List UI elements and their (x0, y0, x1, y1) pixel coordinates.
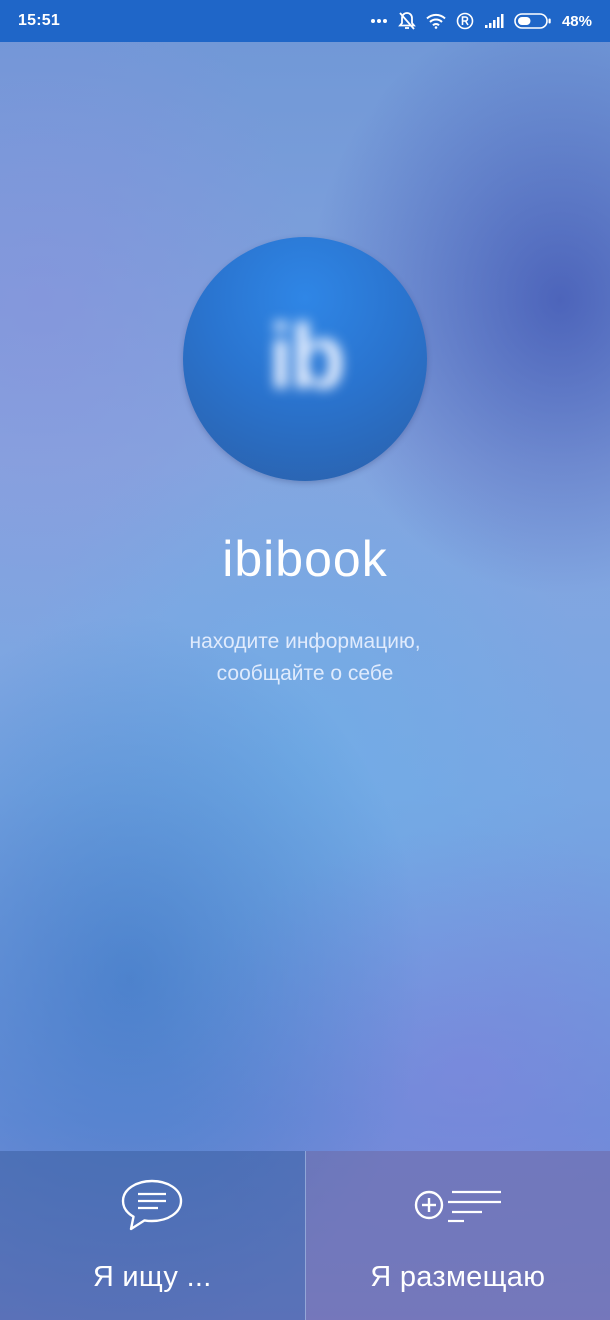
battery-percent: 48% (561, 12, 592, 30)
splash-screen: 15:51 48% ib ibibook находите информацию… (0, 0, 610, 1320)
status-bar: 15:51 48% (0, 0, 610, 42)
mute-bell-icon (398, 11, 416, 31)
app-name: ibibook (222, 531, 388, 587)
app-logo: ib (183, 237, 427, 481)
tagline-line-1: находите информацию, (189, 630, 421, 653)
post-button[interactable]: Я размещаю (305, 1151, 610, 1320)
chat-bubble-icon (119, 1179, 185, 1231)
search-button-label: Я ищу ... (92, 1261, 212, 1293)
battery-icon (514, 11, 552, 31)
tagline-line-2: сообщайте о себе (216, 662, 394, 685)
wifi-icon (426, 11, 446, 31)
logo-mark: ib (268, 305, 346, 408)
tagline: находите информацию, сообщайте о себе (0, 626, 610, 690)
search-button[interactable]: Я ищу ... (0, 1151, 306, 1320)
add-list-icon (412, 1179, 504, 1231)
registered-icon (456, 11, 474, 31)
more-dots-icon (370, 11, 388, 31)
action-bar: Я ищу ... Я размещаю (0, 1151, 610, 1320)
post-button-label: Я размещаю (370, 1261, 546, 1293)
status-time: 15:51 (18, 12, 60, 29)
signal-icon (484, 11, 504, 31)
status-icons: 48% (370, 11, 592, 31)
